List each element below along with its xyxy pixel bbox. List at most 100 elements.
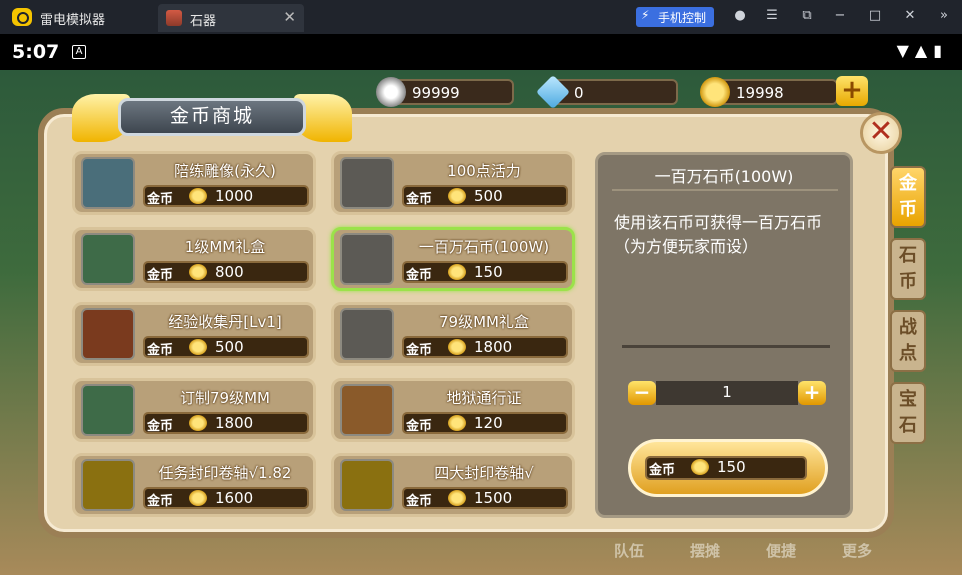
shop-item[interactable]: 79级MM礼盒 金币 1800 — [331, 302, 575, 366]
shop-item[interactable]: 订制79级MM 金币 1800 — [72, 378, 316, 442]
shop-item[interactable]: 1级MM礼盒 金币 800 — [72, 227, 316, 291]
gold-coin-icon — [189, 188, 207, 204]
crystal-currency: 0 — [536, 75, 678, 109]
quantity-field[interactable]: 1 — [656, 381, 798, 405]
detail-separator — [622, 345, 830, 348]
item-thumbnail-icon — [340, 157, 394, 209]
item-name: 经验收集丹[Lv1] — [168, 313, 282, 331]
item-currency-label: 金币 — [406, 192, 433, 207]
gold-coin-icon — [189, 264, 207, 280]
shop-item[interactable]: 地狱通行证 金币 120 — [331, 378, 575, 442]
shop-item[interactable]: 任务封印卷轴√1.82 金币 1600 — [72, 453, 316, 517]
menu-shortcut[interactable]: 便捷 — [766, 540, 796, 561]
item-name: 订制79级MM — [180, 389, 270, 407]
gold-currency: 19998 — [700, 77, 838, 107]
item-name: 100点活力 — [447, 162, 521, 180]
item-price-bar: 金币 500 — [143, 336, 309, 358]
item-thumbnail-icon — [81, 233, 135, 285]
stone-amount: 99999 — [412, 84, 460, 102]
tab-battle-points[interactable]: 战 点 — [890, 310, 926, 372]
shop-title: 金币商城 — [118, 98, 306, 136]
menu-team[interactable]: 队伍 — [614, 540, 644, 561]
item-currency-label: 金币 — [147, 192, 174, 207]
item-thumbnail-icon — [81, 157, 135, 209]
item-thumbnail-icon — [81, 459, 135, 511]
item-price: 1000 — [215, 187, 254, 205]
quantity-plus-button[interactable]: + — [798, 381, 826, 405]
tab-stone[interactable]: 石 币 — [890, 238, 926, 300]
shop-item[interactable]: 四大封印卷轴√ 金币 1500 — [331, 453, 575, 517]
gold-coin-icon — [189, 490, 207, 506]
game-tab-icon — [166, 10, 182, 26]
user-icon[interactable]: ● — [731, 8, 749, 23]
tab-gem[interactable]: 宝 石 — [890, 382, 926, 444]
shop-header: 金币商城 — [72, 92, 352, 144]
item-price-bar: 金币 150 — [402, 261, 568, 283]
app-name: 雷电模拟器 — [40, 13, 106, 28]
item-detail-panel: 一百万石币(100W) 使用该石币可获得一百万石币 （为方便玩家而设） − 1 … — [595, 152, 853, 518]
game-screen: 99999 0 19998 + 金币商城 ✕ 陪练雕像(永久) 金币 1000 100… — [0, 70, 962, 575]
item-price: 150 — [474, 263, 503, 281]
menu-more[interactable]: 更多 — [842, 540, 872, 561]
item-price-bar: 金币 1600 — [143, 487, 309, 509]
item-price-bar: 金币 1000 — [143, 185, 309, 207]
quantity-minus-button[interactable]: − — [628, 381, 656, 405]
maximize-icon[interactable]: □ — [866, 8, 884, 23]
shop-item[interactable]: 陪练雕像(永久) 金币 1000 — [72, 151, 316, 215]
menu-stall[interactable]: 摆摊 — [690, 540, 720, 561]
shop-item[interactable]: 一百万石币(100W) 金币 150 — [331, 227, 575, 291]
item-thumbnail-icon — [340, 459, 394, 511]
item-thumbnail-icon — [81, 384, 135, 436]
item-thumbnail-icon — [340, 384, 394, 436]
item-name: 1级MM礼盒 — [184, 238, 266, 256]
crystal-amount: 0 — [574, 84, 584, 102]
gold-amount: 19998 — [736, 84, 784, 102]
wifi-battery-icon: ▼▲▮ — [896, 41, 948, 60]
tab-label: 石器 — [190, 14, 217, 29]
item-price: 1500 — [474, 489, 513, 507]
item-price: 1800 — [474, 338, 513, 356]
add-gold-button[interactable]: + — [836, 76, 868, 106]
item-price-bar: 金币 500 — [402, 185, 568, 207]
buy-button[interactable]: 金币 150 — [628, 439, 828, 497]
menu-icon[interactable]: ☰ — [763, 8, 781, 23]
item-price-bar: 金币 800 — [143, 261, 309, 283]
tab-gold[interactable]: 金 币 — [890, 166, 926, 228]
item-price: 800 — [215, 263, 244, 281]
popout-icon[interactable]: ⧉ — [798, 8, 816, 23]
stone-coin-icon — [376, 77, 406, 107]
item-price: 120 — [474, 414, 503, 432]
ldplayer-logo-icon — [12, 8, 32, 26]
item-currency-label: 金币 — [147, 494, 174, 509]
sidebar-expand-icon[interactable]: » — [935, 8, 953, 23]
item-thumbnail-icon — [340, 233, 394, 285]
gold-coin-icon — [448, 490, 466, 506]
status-time: 5:07 — [12, 41, 60, 63]
item-thumbnail-icon — [340, 308, 394, 360]
buy-price-bar: 金币 150 — [645, 456, 807, 480]
item-name: 一百万石币(100W) — [418, 238, 550, 256]
gold-coin-icon — [189, 415, 207, 431]
item-currency-label: 金币 — [147, 268, 174, 283]
detail-title: 一百万石币(100W) — [654, 167, 794, 186]
item-price: 1800 — [215, 414, 254, 432]
gold-coin-icon — [448, 264, 466, 280]
minimize-icon[interactable]: − — [831, 8, 849, 23]
item-name: 任务封印卷轴√1.82 — [158, 464, 292, 482]
tab-game[interactable]: 石器 ✕ — [158, 4, 304, 32]
detail-divider — [612, 189, 838, 191]
item-currency-label: 金币 — [406, 343, 433, 358]
item-thumbnail-icon — [81, 308, 135, 360]
item-price: 1600 — [215, 489, 254, 507]
gold-coin-icon — [448, 415, 466, 431]
shop-close-button[interactable]: ✕ — [860, 112, 902, 154]
gold-coin-icon — [189, 339, 207, 355]
crystal-icon — [536, 75, 570, 109]
item-currency-label: 金币 — [147, 343, 174, 358]
tab-close-icon[interactable]: ✕ — [283, 8, 296, 26]
phone-control-button[interactable]: 手机控制 — [636, 7, 714, 27]
shop-item[interactable]: 经验收集丹[Lv1] 金币 500 — [72, 302, 316, 366]
item-currency-label: 金币 — [406, 494, 433, 509]
shop-item[interactable]: 100点活力金币 500 — [331, 151, 575, 215]
close-icon[interactable]: ✕ — [901, 8, 919, 23]
